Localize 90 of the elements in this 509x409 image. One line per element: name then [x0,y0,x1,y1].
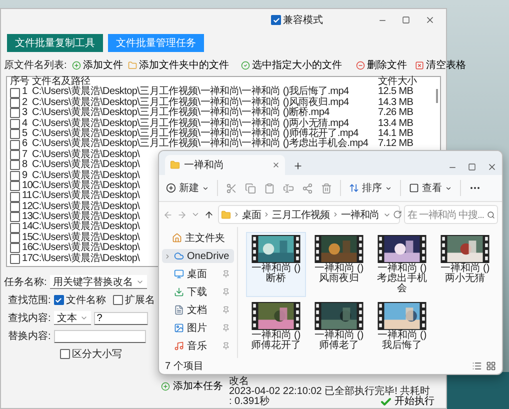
status-text: 2023-04-02 22:10:02 已全部执行完毕! 共耗时 [229,387,430,397]
range-label: 查找范围: [8,294,51,307]
file-path: C:\Users\黄晨浩\Desktop\ [32,243,140,254]
video-file[interactable]: 一禅和尚 ()师傅花开了 [246,299,306,354]
toolbar-button[interactable]: 添加文件夹中的文件 [128,58,229,72]
row-number: 2 [22,98,28,108]
file-path: C:\Users\黄晨浩\Desktop\三月工作视频\一禅和尚\一禅和尚 ()我后悔了.mp4 [32,87,349,98]
find-type-dropdown[interactable]: 文本 [54,311,91,325]
add-task-button[interactable]: 添加本任务 [161,379,223,393]
row-number: 4 [22,118,28,129]
compat-mode-checkbox[interactable]: 兼容模式 [271,13,323,27]
replace-label: 替换内容: [8,330,51,343]
task-name-dropdown[interactable]: 用关键字替换改名 [50,275,147,289]
list-label: 原文件名列表: [4,58,67,72]
status-text: : 0.391秒 [229,397,270,407]
row-number: 6 [22,139,28,150]
folder-tab[interactable]: 一禅和尚 [165,155,285,175]
sidebar-item[interactable]: 下载 [162,285,234,299]
video-file[interactable]: 一禅和尚 ()断桥 [246,232,306,297]
range-option[interactable]: 文件名称 [54,293,106,307]
breadcrumb-item[interactable]: 三月工作视频 [272,208,330,222]
file-path: C:\Users\黄晨浩\Desktop\ [32,191,140,202]
toolbar-button[interactable]: 选中指定大小的文件 [240,58,342,72]
file-path: C:\Users\黄晨浩\Desktop\三月工作视频\一禅和尚\一禅和尚 ()师傅花开了.mp4 [32,128,358,139]
file-size: 14.1 MB [378,128,414,139]
row-number: 13 [22,212,33,222]
file-path: C:\Users\黄晨浩\Desktop\ [32,170,140,181]
column-header: 序号 [9,77,30,87]
video-file[interactable]: 一禅和尚 ()师傅老了 [309,299,369,354]
range-option[interactable]: 扩展名 [112,293,155,307]
row-number: 7 [22,150,28,160]
row-number: 5 [22,128,28,139]
search-field[interactable]: 在 一禅和尚 中搜... [404,205,498,224]
find-label: 查找内容: [8,312,51,325]
video-file[interactable]: 一禅和尚 ()我后悔了 [372,299,432,354]
column-header: 文件名及路径 [32,77,90,87]
column-header: 文件大小 [378,77,418,87]
compat-mode-label: 兼容模式 [283,14,323,27]
find-field[interactable]: ? [94,312,148,324]
file-path: C:\Users\黄晨浩\Desktop\ [32,232,140,243]
file-path: C:\Users\黄晨浩\Desktop\ [32,180,140,191]
breadcrumb-item[interactable]: 桌面 [242,208,262,222]
sort-button[interactable]: 排序 [349,181,392,195]
file-size: 7.12 MB [378,139,414,150]
file-path: C:\Users\黄晨浩\Desktop\ [32,150,140,160]
file-size: 7.26 MB [378,108,414,119]
row-number: 16 [22,243,33,254]
row-number: 3 [22,108,28,119]
row-number: 1 [22,87,28,98]
sidebar-item[interactable]: 桌面 [162,267,234,281]
file-size: 12.5 MB [378,87,414,98]
row-number: 12 [22,202,33,212]
row-number: 8 [22,160,28,171]
toolbar-button[interactable]: 删除文件 [356,58,407,72]
file-path: C:\Users\黄晨浩\Desktop\ [32,202,140,212]
task-name-label: 任务名称: [4,276,47,289]
row-number: 10 [22,180,33,191]
video-file[interactable]: 一禅和尚 ()考虑出手机会 [372,232,432,297]
sidebar-item[interactable]: 文档 [162,303,234,317]
video-file[interactable]: 一禅和尚 ()两小无猜 [435,232,495,297]
row-number: 9 [22,170,28,181]
item-count: 7 个项目 [165,360,204,373]
file-path: C:\Users\黄晨浩\Desktop\三月工作视频\一禅和尚\一禅和尚 ()考虑出手机会.mp4 [32,139,368,150]
file-path: C:\Users\黄晨浩\Desktop\ [32,222,140,232]
row-number: 14 [22,222,33,232]
address-bar[interactable]: 桌面 三月工作视频 一禅和尚 [218,205,400,224]
sidebar-item[interactable]: OneDrive [162,249,234,263]
toolbar-button[interactable]: 添加文件 [72,58,123,72]
file-size: 13.4 MB [378,118,414,129]
row-number: 15 [22,232,33,243]
status-text: 改名 [229,377,250,387]
view-button[interactable]: 查看 [409,181,452,195]
video-file[interactable]: 一禅和尚 ()风雨夜归 [309,232,369,297]
toolbar-button[interactable]: 清空表格 [414,58,466,72]
file-size: 14.3 MB [378,98,414,108]
sidebar-item[interactable]: 图片 [162,321,234,335]
file-path: C:\Users\黄晨浩\Desktop\ [32,254,140,264]
new-button[interactable]: 新建 [166,181,209,195]
file-path: C:\Users\黄晨浩\Desktop\三月工作视频\一禅和尚\一禅和尚 ()断桥.mp4 [32,108,330,118]
run-button[interactable]: 开始执行 [380,397,435,407]
file-path: C:\Users\黄晨浩\Desktop\三月工作视频\一禅和尚\一禅和尚 ()风雨夜归.mp4 [32,98,349,108]
row-number: 17 [22,254,33,264]
case-option[interactable]: 区分大小写 [60,347,122,361]
sidebar-item[interactable]: 音乐 [162,339,234,353]
mode-tab[interactable]: 文件批量复制工具 [7,34,103,52]
row-number: 11 [22,191,32,202]
sidebar-item[interactable]: 主文件夹 [162,231,234,245]
file-path: C:\Users\黄晨浩\Desktop\三月工作视频\一禅和尚\一禅和尚 ()两小无猜.mp4 [32,118,349,129]
file-path: C:\Users\黄晨浩\Desktop\ [32,160,140,170]
breadcrumb-item[interactable]: 一禅和尚 [340,208,380,222]
